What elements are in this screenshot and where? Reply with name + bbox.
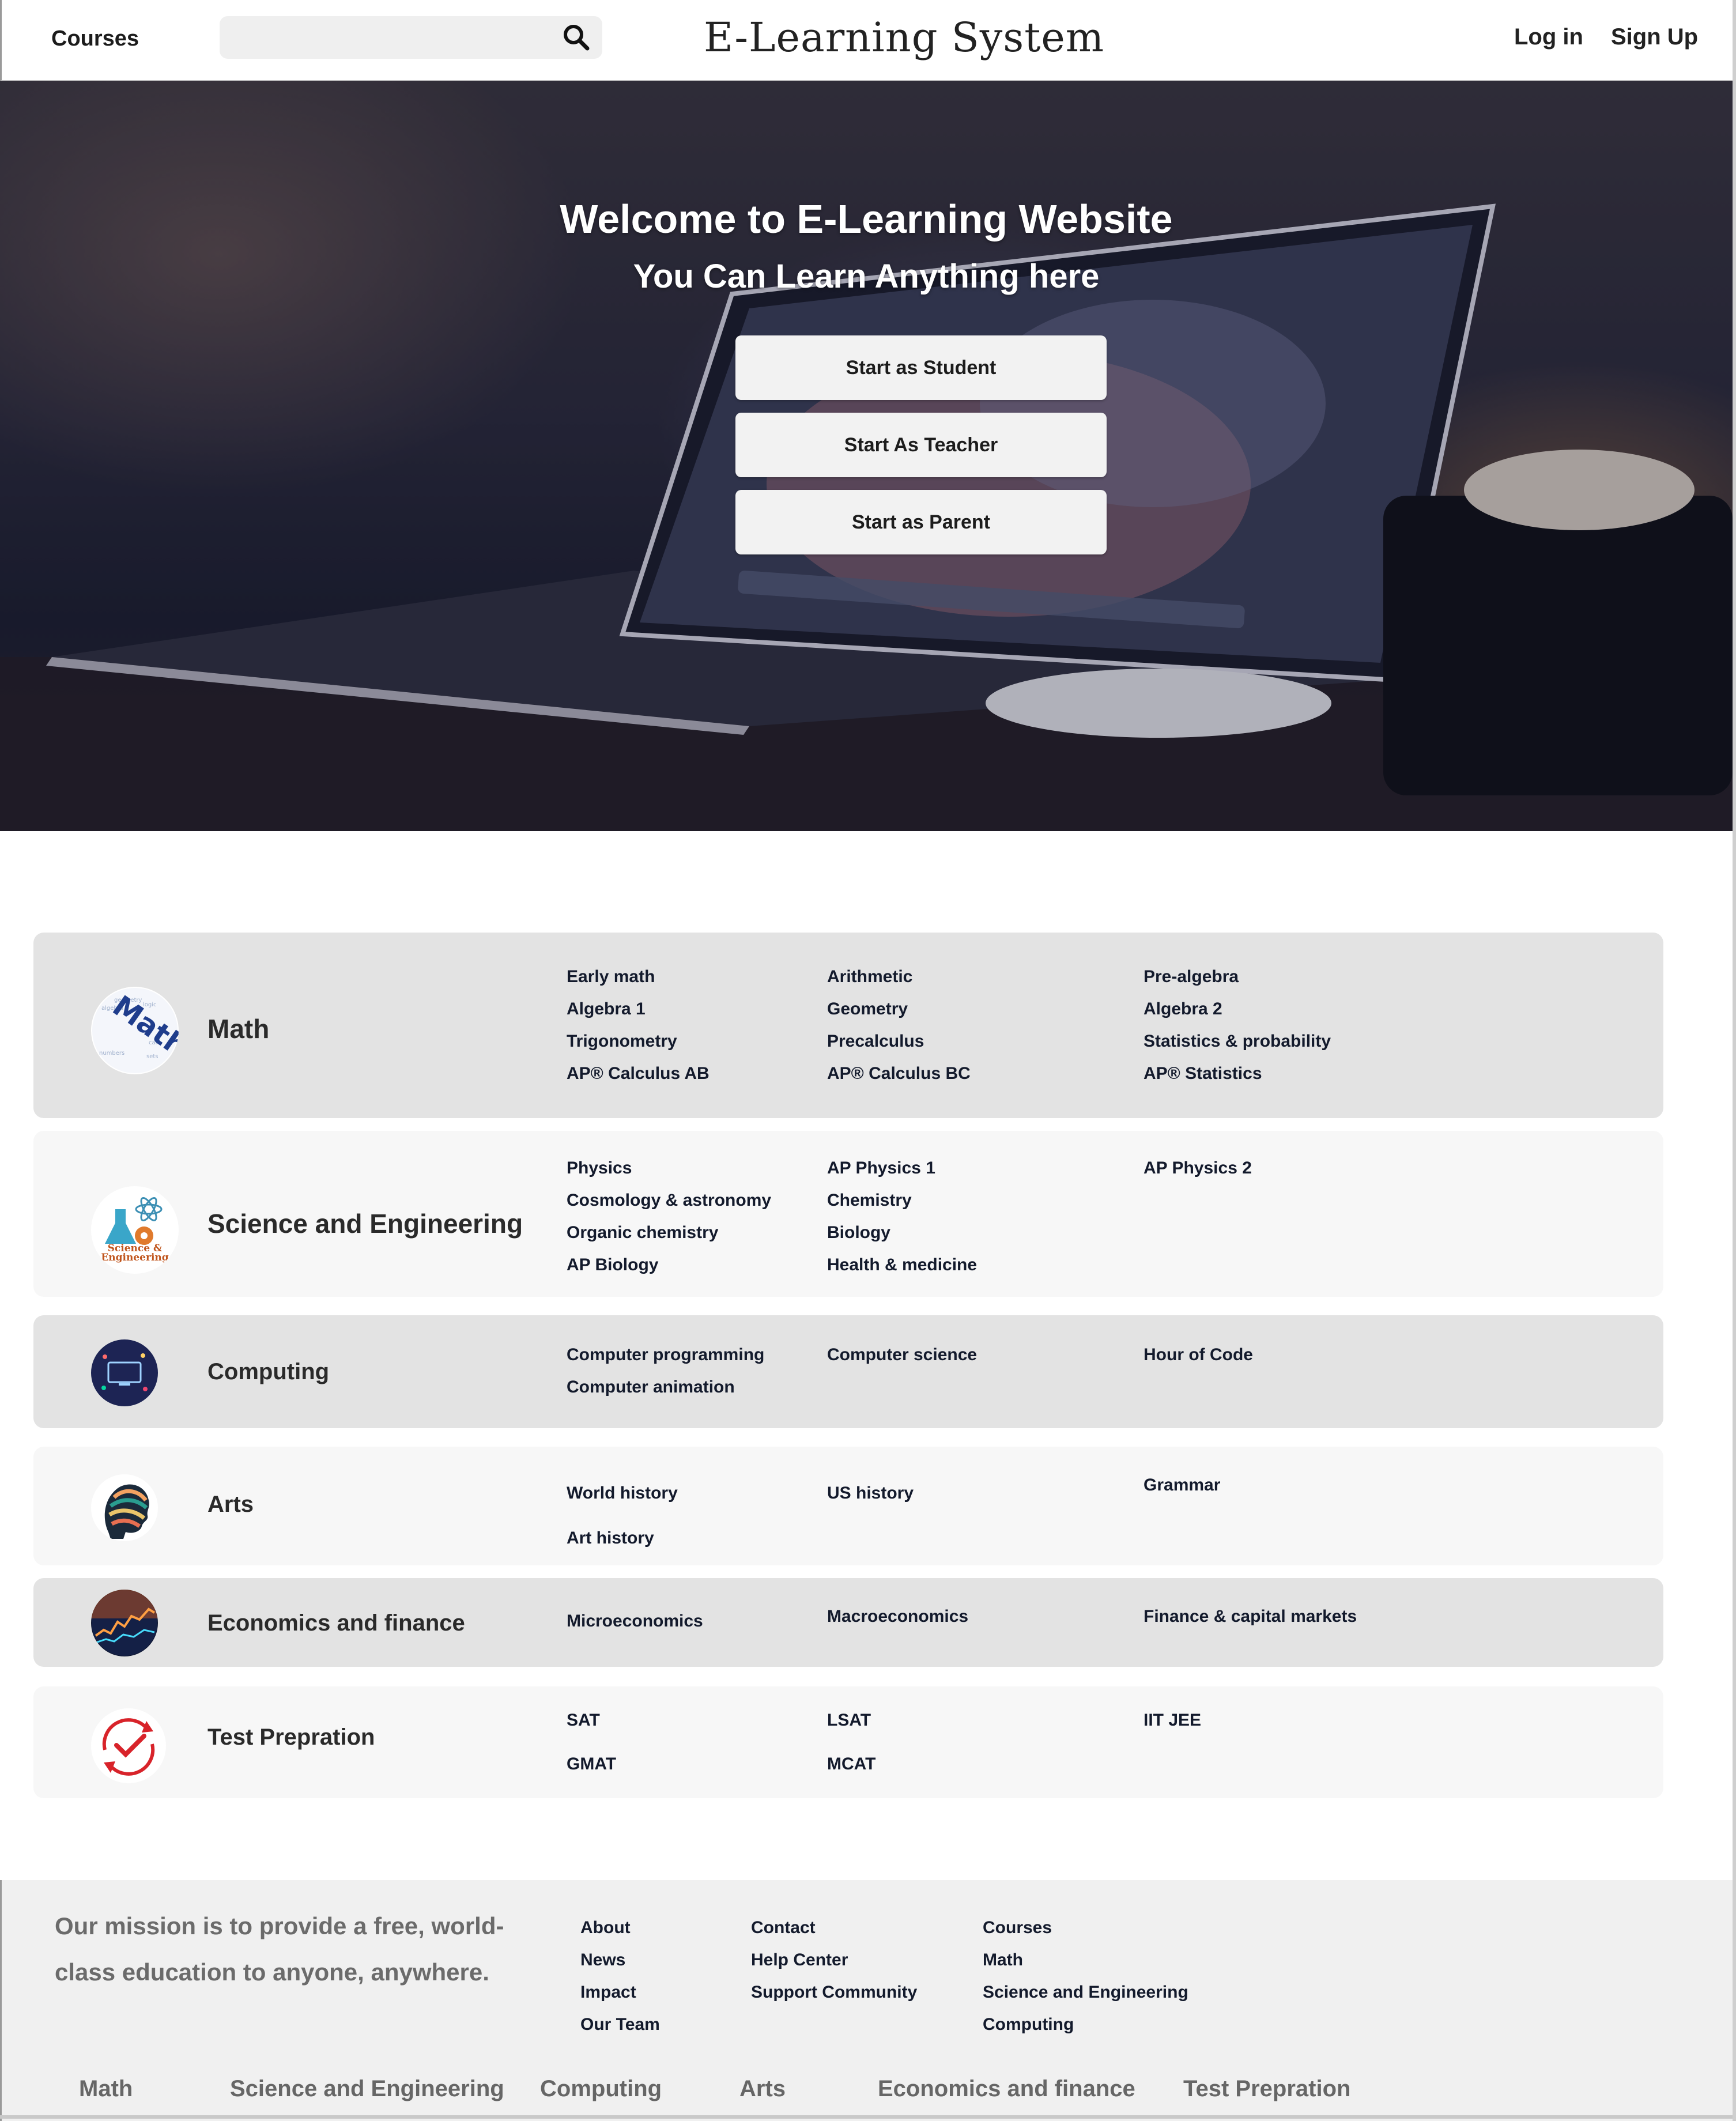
category-row-test-prepration[interactable]: Test Prepration SAT GMAT LSAT MCAT IIT J… [33, 1686, 1663, 1798]
signup-link[interactable]: Sign Up [1611, 24, 1698, 50]
topic-link[interactable]: Trigonometry [567, 1032, 677, 1051]
category-name-science[interactable]: Science and Engineering [207, 1208, 523, 1239]
footer-category-math[interactable]: Math [79, 2076, 133, 2102]
topic-link[interactable]: Biology [827, 1223, 890, 1243]
topic-link[interactable]: Cosmology & astronomy [567, 1191, 771, 1210]
category-name-economics[interactable]: Economics and finance [207, 1610, 465, 1636]
start-as-student-button[interactable]: Start as Student [735, 335, 1107, 400]
topic-link[interactable]: Early math [567, 967, 655, 987]
footer-link-math[interactable]: Math [983, 1950, 1023, 1970]
footer-category-test-prepration[interactable]: Test Prepration [1183, 2076, 1350, 2102]
topic-link[interactable]: Grammar [1144, 1475, 1220, 1495]
topic-link[interactable]: Art history [567, 1529, 654, 1548]
topic-link[interactable]: Algebra 1 [567, 999, 646, 1019]
science-flask-atom-icon: Science & Engineering [91, 1186, 179, 1274]
topic-link[interactable]: IIT JEE [1144, 1711, 1201, 1730]
footer-link-about[interactable]: About [580, 1918, 631, 1938]
footer-category-economics[interactable]: Economics and finance [878, 2076, 1135, 2102]
footer-category-arts[interactable]: Arts [739, 2076, 786, 2102]
footer-category-computing[interactable]: Computing [540, 2076, 662, 2102]
site-title: E-Learning System [704, 14, 1105, 61]
nav-courses-link[interactable]: Courses [51, 27, 139, 51]
footer-divider [0, 2115, 1733, 2119]
footer-link-science-and-engineering[interactable]: Science and Engineering [983, 1983, 1188, 2002]
category-name-computing[interactable]: Computing [207, 1359, 329, 1385]
topic-link[interactable]: AP® Calculus AB [567, 1064, 710, 1084]
category-row-arts[interactable]: Arts World history Art history US histor… [33, 1447, 1663, 1565]
category-row-computing[interactable]: Computing Computer programming Computer … [33, 1315, 1663, 1428]
top-navbar: Courses E-Learning System Log in Sign Up [0, 0, 1736, 81]
topic-link[interactable]: AP Physics 1 [827, 1158, 935, 1178]
search-input[interactable] [220, 16, 602, 59]
stock-chart-icon [91, 1590, 158, 1656]
topic-link[interactable]: Algebra 2 [1144, 999, 1222, 1019]
topic-link[interactable]: Macroeconomics [827, 1607, 968, 1626]
topic-link[interactable]: SAT [567, 1711, 600, 1730]
svg-text:numbers: numbers [99, 1050, 124, 1056]
topic-link[interactable]: Statistics & probability [1144, 1032, 1331, 1051]
topic-link[interactable]: Microeconomics [567, 1611, 703, 1631]
category-row-math[interactable]: algebra logic numbers sets geometry calc Ma… [33, 933, 1663, 1118]
svg-text:sets: sets [146, 1054, 158, 1060]
category-row-science-and-engineering[interactable]: Science & Engineering Science and Engine… [33, 1131, 1663, 1297]
topic-link[interactable]: Hour of Code [1144, 1345, 1253, 1365]
topic-link[interactable]: Geometry [827, 999, 908, 1019]
math-word-cloud-icon: algebra logic numbers sets geometry calc Ma… [91, 987, 179, 1074]
topic-link[interactable]: LSAT [827, 1711, 871, 1730]
category-name-test-prepration[interactable]: Test Prepration [207, 1724, 375, 1750]
topic-link[interactable]: AP Biology [567, 1255, 658, 1275]
footer: Our mission is to provide a free, world-… [0, 1880, 1733, 2121]
category-name-math[interactable]: Math [207, 1013, 269, 1044]
topic-link[interactable]: Organic chemistry [567, 1223, 718, 1243]
footer-link-courses[interactable]: Courses [983, 1918, 1052, 1938]
hero-subtitle: You Can Learn Anything here [633, 258, 1100, 295]
page-right-border [1733, 0, 1736, 2121]
search-icon[interactable] [562, 23, 591, 52]
topic-link[interactable]: Arithmetic [827, 967, 912, 987]
topic-link[interactable]: Physics [567, 1158, 632, 1178]
footer-link-our-team[interactable]: Our Team [580, 2015, 660, 2035]
topic-link[interactable]: MCAT [827, 1754, 875, 1774]
topic-link[interactable]: US history [827, 1484, 914, 1503]
category-name-arts[interactable]: Arts [207, 1492, 254, 1518]
footer-link-contact[interactable]: Contact [751, 1918, 816, 1938]
topic-link[interactable]: Finance & capital markets [1144, 1607, 1357, 1626]
topic-link[interactable]: Chemistry [827, 1191, 912, 1210]
topic-link[interactable]: Precalculus [827, 1032, 924, 1051]
start-as-teacher-button[interactable]: Start As Teacher [735, 413, 1107, 477]
footer-category-science[interactable]: Science and Engineering [230, 2076, 504, 2102]
science-icon-text: Science & Engineering [101, 1243, 169, 1263]
topic-link[interactable]: Computer science [827, 1345, 977, 1365]
checkmark-cycle-icon [91, 1708, 166, 1783]
topic-link[interactable]: Pre-algebra [1144, 967, 1239, 987]
computing-screen-icon [91, 1339, 158, 1406]
footer-link-impact[interactable]: Impact [580, 1983, 636, 2002]
start-as-parent-button[interactable]: Start as Parent [735, 490, 1107, 554]
login-link[interactable]: Log in [1514, 24, 1583, 50]
category-row-economics-and-finance[interactable]: Economics and finance Microeconomics Mac… [33, 1578, 1663, 1667]
footer-link-news[interactable]: News [580, 1950, 625, 1970]
footer-link-support-community[interactable]: Support Community [751, 1983, 917, 2002]
mission-statement: Our mission is to provide a free, world-… [55, 1912, 504, 1986]
topic-link[interactable]: Computer animation [567, 1377, 735, 1397]
hero-banner: Welcome to E-Learning Website You Can Le… [0, 81, 1733, 831]
colorful-head-profile-icon [91, 1474, 158, 1541]
topic-link[interactable]: World history [567, 1484, 678, 1503]
topic-link[interactable]: GMAT [567, 1754, 616, 1774]
topic-link[interactable]: Health & medicine [827, 1255, 977, 1275]
topic-link[interactable]: AP® Statistics [1144, 1064, 1262, 1084]
footer-link-computing[interactable]: Computing [983, 2015, 1074, 2035]
hero-title: Welcome to E-Learning Website [560, 197, 1173, 241]
topic-link[interactable]: AP® Calculus BC [827, 1064, 971, 1084]
topic-link[interactable]: AP Physics 2 [1144, 1158, 1252, 1178]
topic-link[interactable]: Computer programming [567, 1345, 764, 1365]
footer-link-help-center[interactable]: Help Center [751, 1950, 848, 1970]
